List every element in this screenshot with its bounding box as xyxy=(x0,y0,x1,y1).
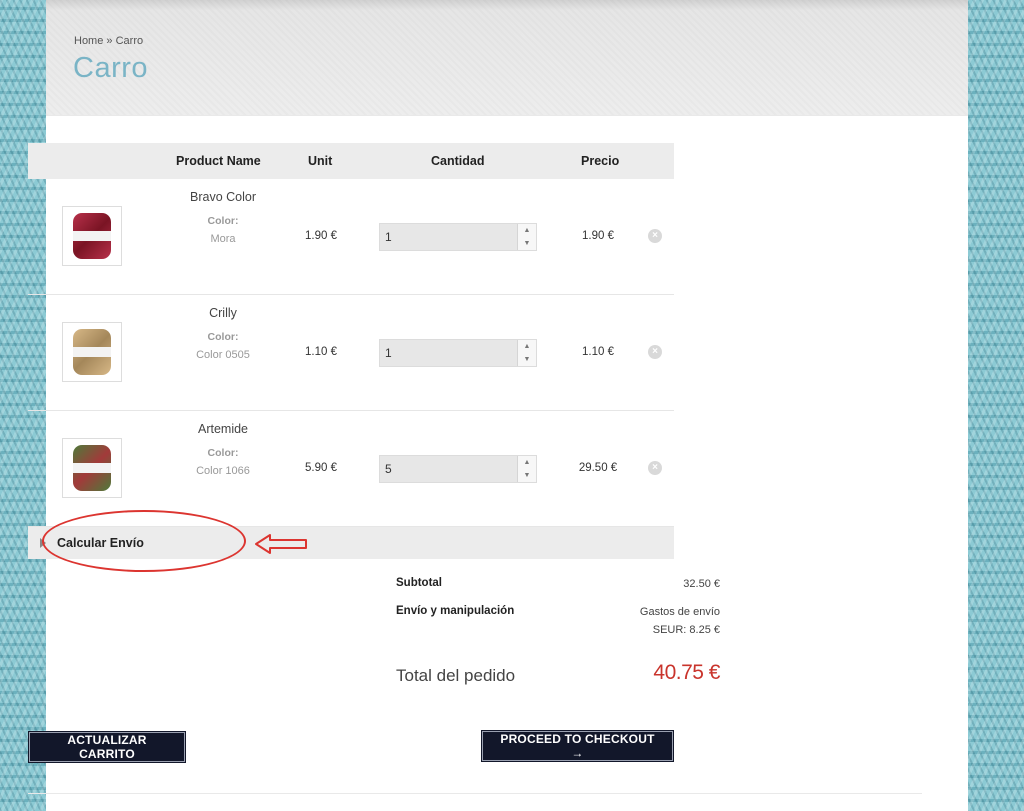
product-attr-value: Color 1066 xyxy=(196,465,250,477)
shipping-value-line2: SEUR: 8.25 € xyxy=(652,624,720,636)
order-total-value: 40.75 € xyxy=(653,661,720,684)
proceed-to-checkout-button[interactable]: PROCEED TO CHECKOUT → xyxy=(481,730,674,762)
shipping-value-line1: Gastos de envío xyxy=(639,606,720,618)
remove-item-icon[interactable]: × xyxy=(648,345,662,359)
page-title: Carro xyxy=(73,52,149,84)
header-quantity: Cantidad xyxy=(431,154,485,168)
quantity-down-icon[interactable]: ▼ xyxy=(517,469,536,482)
yarn-label-band xyxy=(73,231,111,241)
quantity-input[interactable] xyxy=(380,456,516,482)
line-total: 1.90 € xyxy=(582,230,614,242)
cart-table: Product Name Unit Cantidad Precio Bravo … xyxy=(28,143,674,559)
yarn-label-band xyxy=(73,463,111,473)
quantity-up-icon[interactable]: ▲ xyxy=(517,340,536,354)
quantity-stepper: ▲ ▼ xyxy=(379,223,537,251)
header-product-name: Product Name xyxy=(176,154,261,168)
header-unit: Unit xyxy=(308,154,333,168)
product-thumbnail[interactable] xyxy=(62,438,122,498)
unit-price: 5.90 € xyxy=(305,462,337,474)
annotation-arrow-icon xyxy=(255,534,307,554)
quantity-stepper: ▲ ▼ xyxy=(379,455,537,483)
annotation-oval xyxy=(42,510,246,572)
subtotal-value: 32.50 € xyxy=(683,578,720,590)
line-total: 1.10 € xyxy=(582,346,614,358)
page-header: Home » Carro Carro xyxy=(46,0,968,116)
quantity-down-icon[interactable]: ▼ xyxy=(517,353,536,366)
subtotal-label: Subtotal xyxy=(396,577,442,589)
quantity-down-icon[interactable]: ▼ xyxy=(517,237,536,250)
breadcrumb: Home » Carro xyxy=(74,35,143,47)
line-total: 29.50 € xyxy=(578,462,618,474)
product-attr-value: Mora xyxy=(210,233,236,245)
quantity-input[interactable] xyxy=(380,340,516,366)
quantity-up-icon[interactable]: ▲ xyxy=(517,456,536,470)
divider xyxy=(28,793,922,794)
yarn-label-band xyxy=(73,347,111,357)
quantity-input[interactable] xyxy=(380,224,516,250)
quantity-up-icon[interactable]: ▲ xyxy=(517,224,536,238)
remove-item-icon[interactable]: × xyxy=(648,461,662,475)
product-attr-label: Color: xyxy=(207,447,239,459)
unit-price: 1.90 € xyxy=(305,230,337,242)
breadcrumb-home-link[interactable]: Home xyxy=(74,35,103,47)
product-name-link[interactable]: Artemide xyxy=(168,422,278,436)
product-thumbnail[interactable] xyxy=(62,322,122,382)
product-attr-label: Color: xyxy=(207,215,239,227)
product-attr-label: Color: xyxy=(207,331,239,343)
cart-row: Crilly Color: Color 0505 1.10 € ▲ ▼ 1.10… xyxy=(28,295,674,411)
product-thumbnail[interactable] xyxy=(62,206,122,266)
order-total-label: Total del pedido xyxy=(396,666,516,685)
quantity-stepper: ▲ ▼ xyxy=(379,339,537,367)
cart-table-header: Product Name Unit Cantidad Precio xyxy=(28,143,674,179)
shipping-label: Envío y manipulación xyxy=(396,605,515,617)
cart-row: Bravo Color Color: Mora 1.90 € ▲ ▼ 1.90 … xyxy=(28,179,674,295)
product-attr-value: Color 0505 xyxy=(196,349,250,361)
remove-item-icon[interactable]: × xyxy=(648,229,662,243)
header-price: Precio xyxy=(581,154,620,168)
breadcrumb-separator: » xyxy=(106,35,113,47)
update-cart-button[interactable]: ACTUALIZAR CARRITO xyxy=(28,731,186,763)
unit-price: 1.10 € xyxy=(305,346,337,358)
breadcrumb-current: Carro xyxy=(115,35,144,47)
product-name-link[interactable]: Bravo Color xyxy=(168,190,278,204)
product-name-link[interactable]: Crilly xyxy=(168,306,278,320)
